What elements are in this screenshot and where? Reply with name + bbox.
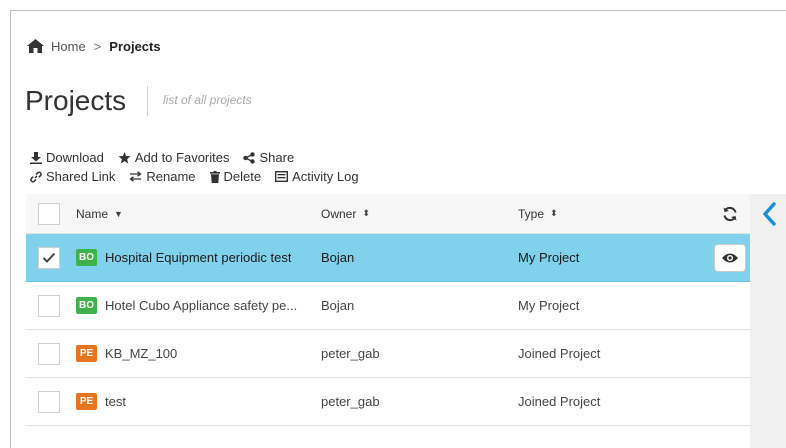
select-all-checkbox[interactable]: [38, 202, 60, 225]
row-name-cell: BO Hospital Equipment periodic test: [76, 249, 321, 266]
projects-table: Name ▼ Owner ⬍ Type ⬍ BO Hospital Equipm…: [26, 194, 750, 426]
column-name-header[interactable]: Name ▼: [76, 207, 321, 221]
row-checkbox[interactable]: [38, 294, 60, 317]
breadcrumb-separator: >: [93, 38, 102, 54]
activity-log-label: Activity Log: [292, 169, 359, 184]
project-type: My Project: [518, 298, 580, 313]
breadcrumb: Home > Projects: [27, 37, 161, 55]
share-icon: [243, 151, 256, 164]
sort-desc-icon: ▼: [114, 208, 123, 219]
trash-icon: [209, 170, 220, 183]
project-badge: BO: [76, 297, 97, 314]
row-checkbox[interactable]: [38, 390, 60, 413]
rename-button[interactable]: Rename: [129, 169, 196, 184]
row-checkbox[interactable]: [38, 342, 60, 365]
activity-log-button[interactable]: Activity Log: [275, 169, 359, 184]
row-actions-cell: [698, 243, 750, 272]
row-check-cell: [26, 390, 76, 413]
row-name-cell: PE KB_MZ_100: [76, 345, 321, 362]
sort-icon: ⬍: [362, 208, 370, 218]
delete-button[interactable]: Delete: [209, 169, 262, 184]
title-divider: [147, 86, 148, 116]
column-owner-label: Owner: [321, 206, 357, 221]
header-actions-cell: [698, 206, 750, 222]
project-type: Joined Project: [518, 346, 601, 361]
project-name[interactable]: Hotel Cubo Appliance safety pe...: [105, 298, 297, 313]
column-name-label: Name: [76, 206, 109, 221]
checkmark-icon: [42, 252, 56, 263]
side-panel-strip: [750, 194, 786, 448]
row-check-cell: [26, 342, 76, 365]
sort-icon: ⬍: [550, 208, 558, 218]
star-icon: [118, 151, 131, 163]
column-owner-header[interactable]: Owner ⬍: [321, 207, 518, 221]
project-badge: BO: [76, 249, 97, 266]
collapse-panel-button[interactable]: [761, 202, 777, 231]
project-type: Joined Project: [518, 394, 601, 409]
project-type: My Project: [518, 250, 580, 265]
shared-link-button[interactable]: Shared Link: [30, 169, 115, 184]
row-check-cell: [26, 294, 76, 317]
eye-icon: [722, 253, 738, 262]
column-type-header[interactable]: Type ⬍: [518, 207, 698, 221]
add-to-favorites-label: Add to Favorites: [134, 150, 230, 165]
project-owner: Bojan: [321, 250, 355, 265]
table-row[interactable]: PE KB_MZ_100 peter_gab Joined Project: [26, 330, 750, 378]
chevron-left-icon: [763, 202, 776, 226]
toolbar-row-2: Shared Link Rename Delete Activity Log: [30, 169, 373, 184]
page-title: Projects: [25, 85, 127, 116]
view-button[interactable]: [714, 243, 746, 272]
breadcrumb-current: Projects: [109, 38, 161, 54]
table-header: Name ▼ Owner ⬍ Type ⬍: [26, 194, 750, 234]
row-check-cell: [26, 246, 76, 269]
project-owner: peter_gab: [321, 394, 380, 409]
activity-log-icon: [275, 171, 289, 182]
table-row[interactable]: BO Hotel Cubo Appliance safety pe... Boj…: [26, 282, 750, 330]
delete-label: Delete: [223, 169, 262, 184]
project-badge: PE: [76, 393, 97, 410]
project-badge: PE: [76, 345, 97, 362]
download-button[interactable]: Download: [30, 150, 104, 165]
project-owner: peter_gab: [321, 346, 380, 361]
rename-icon: [129, 171, 142, 182]
download-icon: [30, 151, 42, 164]
project-name[interactable]: KB_MZ_100: [105, 346, 177, 361]
table-row[interactable]: BO Hospital Equipment periodic test Boja…: [26, 234, 750, 282]
project-name[interactable]: test: [105, 394, 126, 409]
share-label: Share: [259, 150, 295, 165]
row-checkbox[interactable]: [38, 246, 60, 269]
project-owner: Bojan: [321, 298, 355, 313]
toolbar-row-1: Download Add to Favorites Share: [30, 150, 308, 165]
rename-label: Rename: [146, 169, 196, 184]
project-name[interactable]: Hospital Equipment periodic test: [105, 250, 291, 265]
add-to-favorites-button[interactable]: Add to Favorites: [118, 150, 230, 165]
shared-link-label: Shared Link: [46, 169, 116, 184]
row-name-cell: PE test: [76, 393, 321, 410]
download-label: Download: [46, 150, 104, 165]
link-icon: [30, 171, 42, 182]
share-button[interactable]: Share: [243, 150, 294, 165]
refresh-icon[interactable]: [722, 206, 738, 222]
page-subtitle: list of all projects: [163, 93, 252, 107]
breadcrumb-home-link[interactable]: Home: [51, 39, 86, 54]
header-check-cell: [26, 202, 76, 225]
home-icon[interactable]: [27, 39, 44, 53]
column-type-label: Type: [518, 206, 545, 221]
table-row[interactable]: PE test peter_gab Joined Project: [26, 378, 750, 426]
row-name-cell: BO Hotel Cubo Appliance safety pe...: [76, 297, 321, 314]
